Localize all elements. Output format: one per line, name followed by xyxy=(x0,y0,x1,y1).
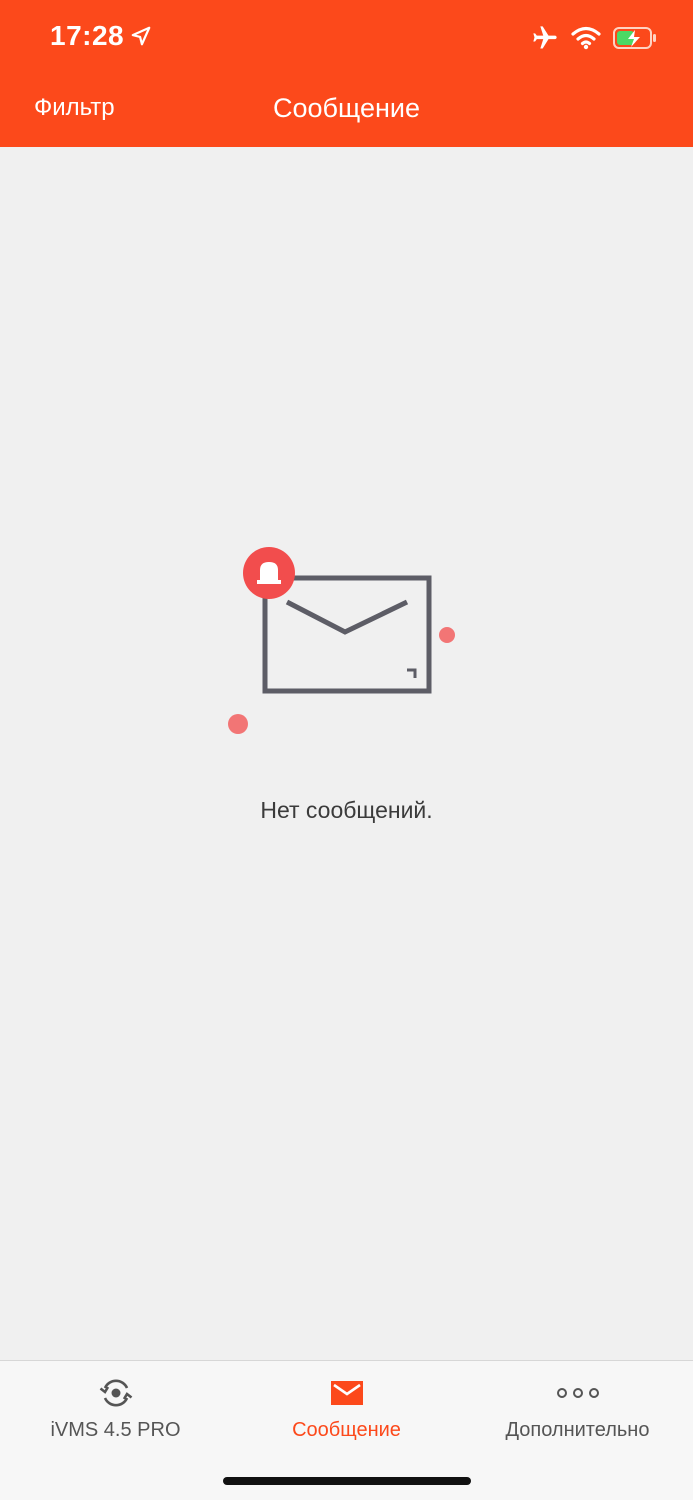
airplane-icon xyxy=(533,26,557,49)
status-time-text: 17:28 xyxy=(50,20,125,51)
status-icons xyxy=(531,24,657,52)
battery-charging-icon xyxy=(613,27,656,49)
tab-message[interactable]: Сообщение xyxy=(231,1361,462,1461)
empty-state-illustration xyxy=(220,540,480,755)
wifi-icon xyxy=(571,26,601,50)
tab-message-label: Сообщение xyxy=(292,1419,401,1441)
envelope-icon xyxy=(330,1381,363,1405)
home-indicator[interactable] xyxy=(223,1477,471,1485)
location-arrow-icon xyxy=(131,26,151,46)
more-dots-icon xyxy=(556,1388,599,1398)
tab-ivms-label: iVMS 4.5 PRO xyxy=(50,1419,181,1441)
status-time: 17:28 xyxy=(50,20,152,52)
tab-more[interactable]: Дополнительно xyxy=(462,1361,693,1461)
envelope-alarm-icon xyxy=(228,547,455,734)
tab-more-label: Дополнительно xyxy=(505,1419,650,1441)
camera-target-icon xyxy=(99,1379,132,1407)
tab-ivms[interactable]: iVMS 4.5 PRO xyxy=(0,1361,231,1461)
empty-message: Нет сообщений. xyxy=(260,797,433,823)
page-title: Сообщение xyxy=(273,93,420,123)
top-header: 17:28 Фильтр Сообщение xyxy=(0,0,693,147)
